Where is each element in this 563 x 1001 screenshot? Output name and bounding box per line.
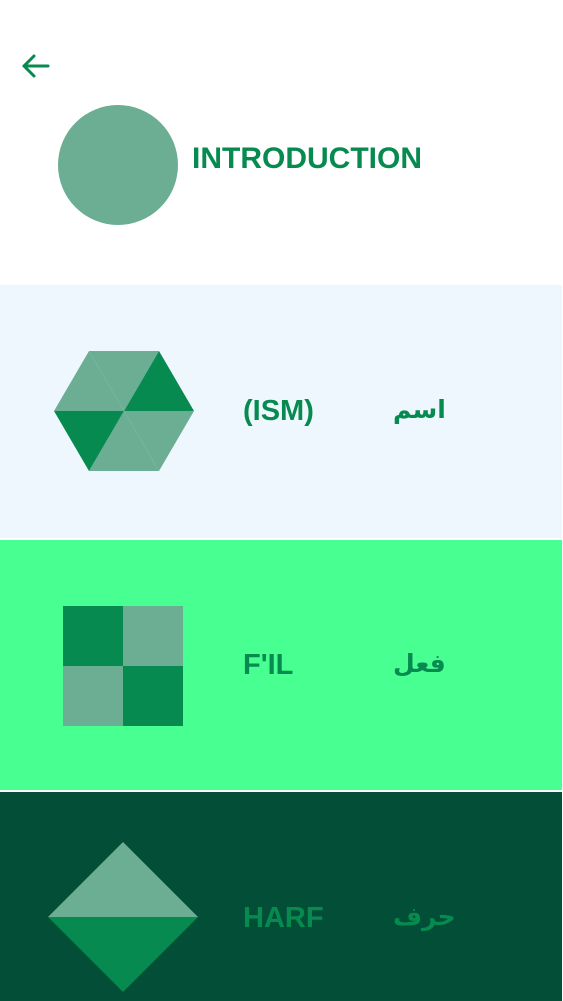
card-fil-label: F'IL [243, 649, 294, 681]
header: INTRODUCTION [0, 0, 563, 285]
card-harf[interactable]: HARF حرف [0, 792, 562, 1001]
diamond-icon [48, 842, 198, 992]
introduction-circle-icon[interactable] [58, 105, 178, 225]
card-harf-label: HARF [243, 902, 324, 934]
card-fil-arabic-label: فعل [393, 649, 446, 678]
arrow-left-icon [22, 54, 50, 78]
card-ism[interactable]: (ISM) اسم [0, 285, 562, 538]
card-harf-arabic-label: حرف [393, 902, 456, 931]
card-ism-arabic-label: اسم [393, 395, 446, 424]
introduction-title[interactable]: INTRODUCTION [192, 142, 422, 176]
card-fil[interactable]: F'IL فعل [0, 540, 562, 790]
hexagon-icon [54, 351, 194, 471]
card-ism-label: (ISM) [243, 395, 314, 427]
checker-square-icon [63, 606, 183, 726]
back-button[interactable] [18, 48, 54, 84]
